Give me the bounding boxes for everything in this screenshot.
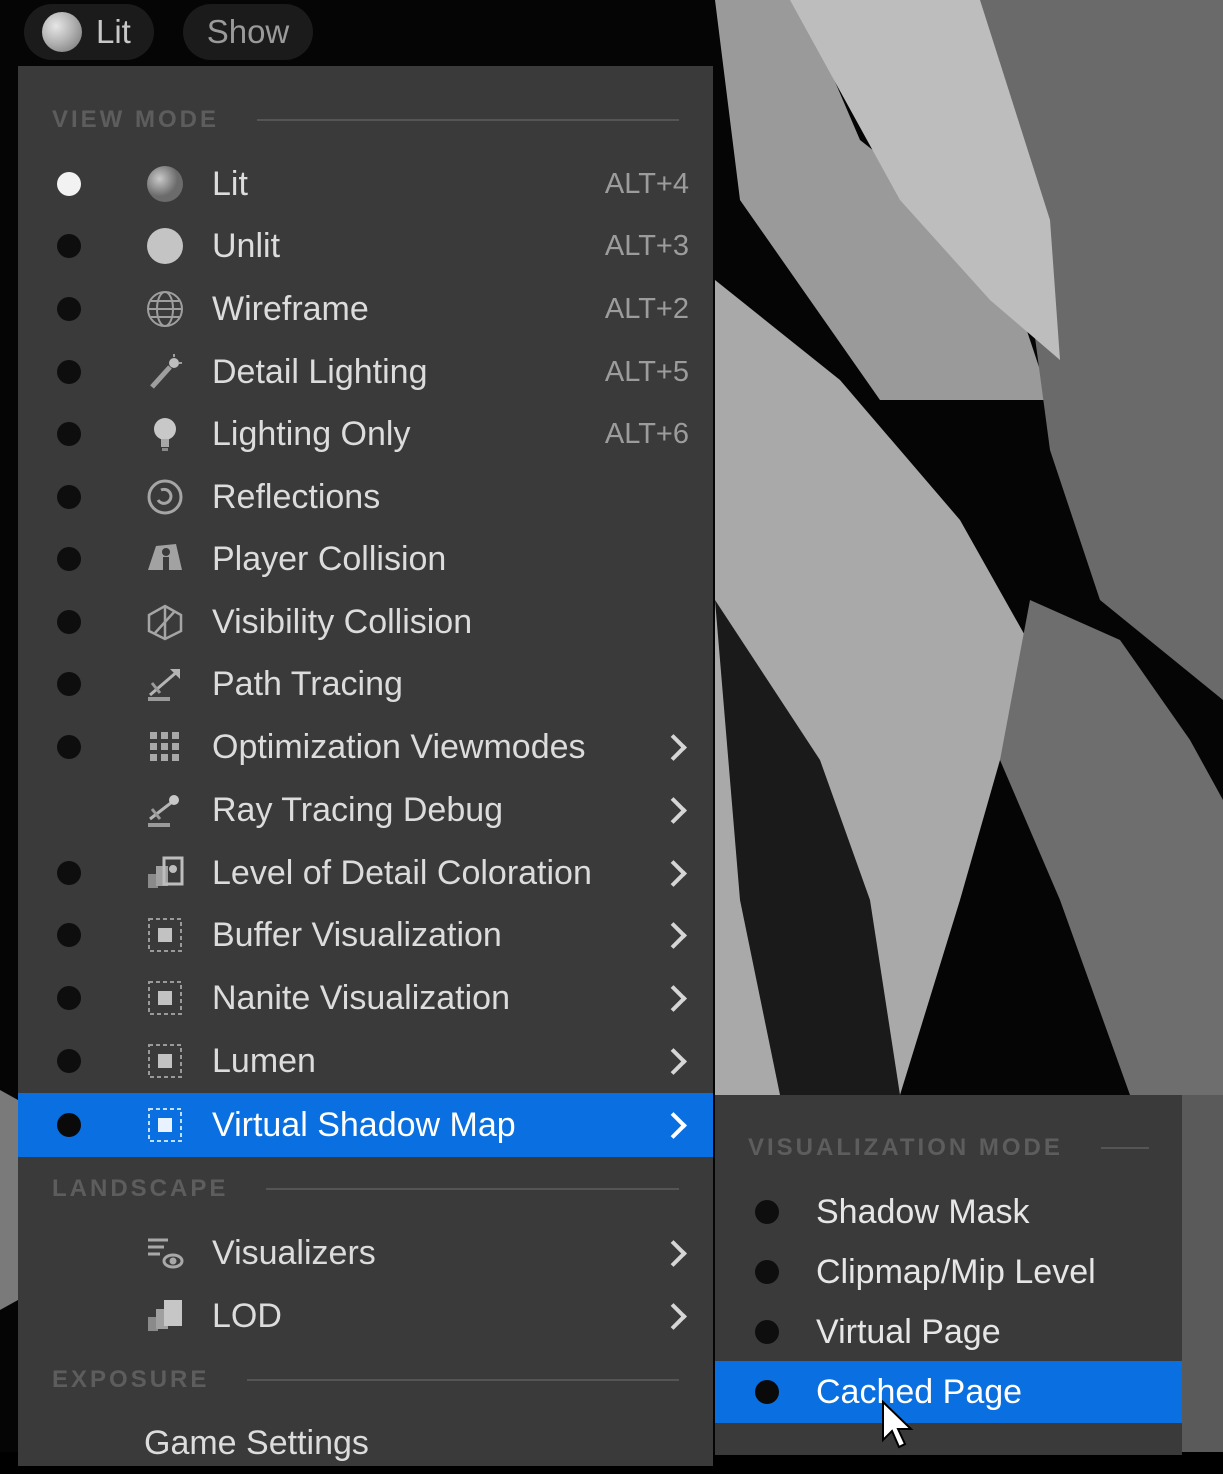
radio-icon <box>57 297 81 321</box>
reflections-icon <box>145 477 185 517</box>
menu-item-lod[interactable]: LOD <box>18 1285 713 1347</box>
radio-icon <box>57 234 81 258</box>
submenu-item-clipmap-mip-level[interactable]: Clipmap/Mip Level <box>715 1242 1182 1302</box>
radio-icon <box>755 1200 779 1224</box>
submenu-item-cached-page[interactable]: Cached Page <box>715 1361 1182 1423</box>
view-mode-menu: VIEW MODE Lit ALT+4 Unlit ALT+3 Wirefram… <box>18 66 713 1466</box>
menu-item-optimization-viewmodes[interactable]: Optimization Viewmodes <box>18 716 713 778</box>
detail-lighting-icon <box>145 352 185 392</box>
show-button-label: Show <box>206 13 290 50</box>
virtual-shadow-map-icon <box>145 1105 185 1145</box>
menu-item-lumen[interactable]: Lumen <box>18 1030 713 1092</box>
chevron-right-icon <box>660 1111 687 1139</box>
menu-item-player-collision[interactable]: Player Collision <box>18 528 713 590</box>
menu-item-visibility-collision[interactable]: Visibility Collision <box>18 591 713 653</box>
menu-item-ray-tracing-debug[interactable]: Ray Tracing Debug <box>18 779 713 841</box>
radio-icon <box>57 547 81 571</box>
grid-icon <box>145 727 185 767</box>
menu-item-unlit[interactable]: Unlit ALT+3 <box>18 215 713 277</box>
wireframe-sphere-icon <box>145 289 185 329</box>
menu-item-detail-lighting[interactable]: Detail Lighting ALT+5 <box>18 341 713 403</box>
unlit-sphere-icon <box>145 226 185 266</box>
menu-item-nanite-visualization[interactable]: Nanite Visualization <box>18 967 713 1029</box>
chevron-right-icon <box>660 984 687 1012</box>
player-collision-icon <box>145 539 185 579</box>
radio-icon <box>755 1380 779 1404</box>
menu-item-lighting-only[interactable]: Lighting Only ALT+6 <box>18 403 713 465</box>
radio-icon <box>57 861 81 885</box>
chevron-right-icon <box>660 796 687 824</box>
chevron-right-icon <box>660 859 687 887</box>
visualizers-icon <box>145 1233 185 1273</box>
lit-sphere-icon <box>42 12 82 52</box>
menu-item-game-settings[interactable]: Game Settings <box>18 1412 713 1474</box>
path-tracing-icon <box>145 664 185 704</box>
mouse-cursor-icon <box>882 1400 914 1449</box>
radio-icon <box>755 1260 779 1284</box>
view-mode-button[interactable]: Lit <box>24 4 154 60</box>
view-mode-button-label: Lit <box>96 13 131 50</box>
radio-icon <box>57 672 81 696</box>
radio-icon <box>57 986 81 1010</box>
menu-item-reflections[interactable]: Reflections <box>18 466 713 528</box>
section-header-landscape: LANDSCAPE <box>52 1174 679 1204</box>
submenu-item-shadow-mask[interactable]: Shadow Mask <box>715 1182 1182 1242</box>
chevron-right-icon <box>660 1239 687 1267</box>
chevron-right-icon <box>660 1047 687 1075</box>
menu-item-lit[interactable]: Lit ALT+4 <box>18 153 713 215</box>
menu-item-wireframe[interactable]: Wireframe ALT+2 <box>18 278 713 340</box>
visualization-mode-submenu: VISUALIZATION MODE Shadow Mask Clipmap/M… <box>715 1095 1182 1455</box>
lit-sphere-icon <box>145 164 185 204</box>
chevron-right-icon <box>660 1302 687 1330</box>
radio-icon <box>57 610 81 634</box>
lod-coloration-icon <box>145 853 185 893</box>
radio-icon <box>57 485 81 509</box>
radio-icon <box>57 360 81 384</box>
menu-item-path-tracing[interactable]: Path Tracing <box>18 653 713 715</box>
menu-item-level-of-detail-coloration[interactable]: Level of Detail Coloration <box>18 842 713 904</box>
radio-selected-icon <box>57 172 81 196</box>
radio-icon <box>57 923 81 947</box>
buffer-visualization-icon <box>145 915 185 955</box>
section-header-exposure: EXPOSURE <box>52 1365 679 1395</box>
submenu-item-virtual-page[interactable]: Virtual Page <box>715 1302 1182 1362</box>
chevron-right-icon <box>660 733 687 761</box>
nanite-visualization-icon <box>145 978 185 1018</box>
lumen-icon <box>145 1041 185 1081</box>
menu-item-buffer-visualization[interactable]: Buffer Visualization <box>18 904 713 966</box>
lod-icon <box>145 1296 185 1336</box>
radio-icon <box>57 735 81 759</box>
ray-tracing-icon <box>145 790 185 830</box>
radio-icon <box>57 422 81 446</box>
chevron-right-icon <box>660 921 687 949</box>
section-header-visualization-mode: VISUALIZATION MODE <box>748 1133 1149 1163</box>
radio-icon <box>755 1320 779 1344</box>
menu-item-virtual-shadow-map[interactable]: Virtual Shadow Map <box>18 1093 713 1157</box>
radio-icon <box>57 1113 81 1137</box>
show-button[interactable]: Show <box>183 4 313 60</box>
lightbulb-icon <box>145 414 185 454</box>
visibility-collision-icon <box>145 602 185 642</box>
section-header-view-mode: VIEW MODE <box>52 105 679 135</box>
radio-icon <box>57 1049 81 1073</box>
menu-item-visualizers[interactable]: Visualizers <box>18 1222 713 1284</box>
